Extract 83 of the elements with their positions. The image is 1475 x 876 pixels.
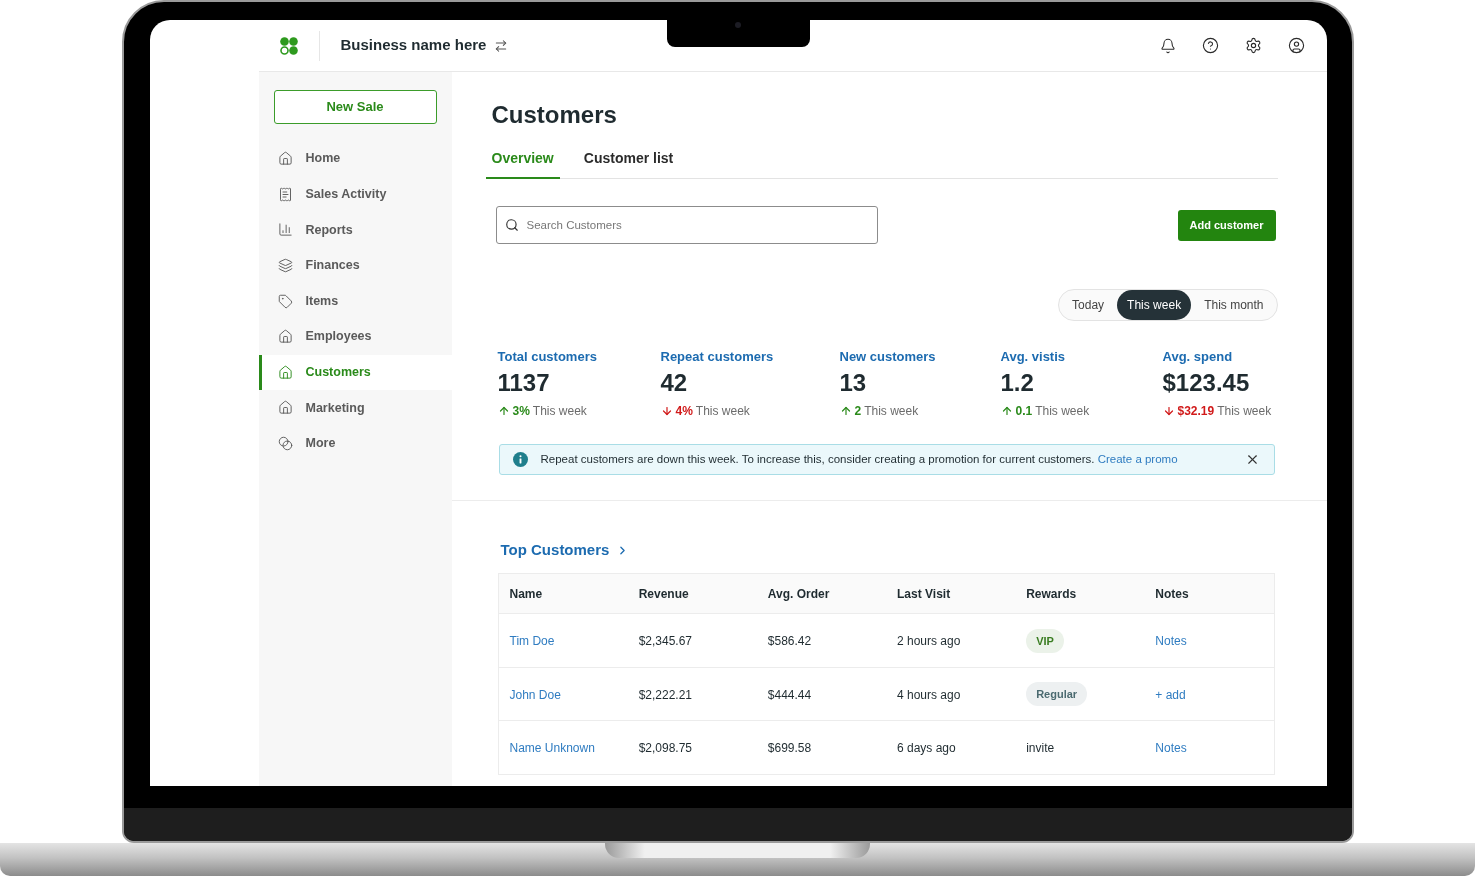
bell-icon[interactable] <box>1159 37 1176 54</box>
table-cell: $586.42 <box>767 634 812 649</box>
info-icon <box>512 452 528 467</box>
table-cell: $2,222.21 <box>638 687 693 702</box>
sidebar-item[interactable]: Sales Activity <box>258 176 452 213</box>
customer-name-link[interactable]: Tim Doe <box>509 634 555 649</box>
house-icon <box>277 151 293 167</box>
banner-message: Repeat customers are down this week. To increase this, consider creating a promotion for current customers. Create a promo <box>540 451 1178 467</box>
column-header: Notes <box>1154 585 1190 603</box>
stat-period: This week <box>1217 403 1272 419</box>
table-cell: $2,345.67 <box>638 634 693 649</box>
time-range-option[interactable]: Today <box>1059 290 1118 320</box>
create-promo-link[interactable]: Create a promo <box>1097 452 1178 465</box>
column-header: Rewards <box>1025 585 1078 603</box>
notes-link[interactable]: Notes <box>1155 741 1187 756</box>
tab[interactable]: Customer list <box>577 139 680 179</box>
column-header: Avg. Order <box>766 585 831 603</box>
column-header: Revenue <box>637 585 690 603</box>
receipt-icon <box>277 186 293 202</box>
notes-link[interactable]: + add <box>1155 687 1186 702</box>
column-header: Name <box>508 585 544 603</box>
page-title: Customers <box>491 100 617 130</box>
table-cell: 2 hours ago <box>897 634 961 649</box>
tab[interactable]: Overview <box>485 139 560 179</box>
table-cell: $444.44 <box>767 687 812 702</box>
stat-period: This week <box>695 403 750 419</box>
layers-icon <box>277 258 293 274</box>
stat-label: Repeat customers <box>660 349 774 365</box>
time-range-option[interactable]: This week <box>1117 290 1192 320</box>
stat-period: This week <box>864 403 919 419</box>
stat-change: 2 <box>854 403 862 419</box>
stat-label: New customers <box>839 349 936 365</box>
stat-value: $123.45 <box>1162 369 1250 397</box>
stat-label: Avg. vistis <box>1000 349 1066 365</box>
stat-period: This week <box>532 403 587 419</box>
help-icon[interactable] <box>1201 37 1219 54</box>
stat-change: 4% <box>675 403 693 419</box>
sidebar-item[interactable]: Home <box>258 141 452 177</box>
table-cell: 4 hours ago <box>897 687 961 702</box>
reward-badge: Regular <box>1026 682 1088 707</box>
business-name[interactable]: Business name here <box>340 34 487 57</box>
sidebar-item[interactable]: Reports <box>258 212 452 248</box>
stat-change: 3% <box>512 403 530 419</box>
sidebar-item[interactable]: Finances <box>258 247 452 284</box>
sidebar-item[interactable]: Marketing <box>258 390 452 426</box>
search-icon <box>504 218 519 232</box>
tag-icon <box>277 293 293 309</box>
time-range-option[interactable]: This month <box>1191 290 1277 320</box>
clover-logo <box>279 36 298 55</box>
sidebar-item[interactable]: More <box>258 425 452 462</box>
add-customer-button[interactable]: Add customer <box>1177 209 1276 241</box>
stat-label: Total customers <box>497 349 597 365</box>
top-customers-link[interactable]: Top Customers <box>500 541 630 559</box>
table-cell: $699.58 <box>767 741 812 756</box>
user-icon[interactable] <box>1287 37 1305 54</box>
overlapping-circles-icon <box>277 436 293 452</box>
stat-value: 13 <box>839 369 867 397</box>
house-icon <box>277 364 293 380</box>
swap-arrows-icon[interactable] <box>494 38 509 53</box>
table-cell: 6 days ago <box>897 741 956 756</box>
stat-change: 0.1 <box>1015 403 1033 419</box>
search-field[interactable]: Search Customers <box>495 206 878 244</box>
settings-icon[interactable] <box>1244 37 1262 54</box>
stat-value: 42 <box>660 369 688 397</box>
sidebar-item[interactable]: Items <box>258 283 452 319</box>
customer-name-link[interactable]: Name Unknown <box>509 741 595 756</box>
stat-label: Avg. spend <box>1162 349 1233 365</box>
table-cell: invite <box>1026 741 1055 756</box>
sidebar-item[interactable]: Customers <box>258 354 452 391</box>
notes-link[interactable]: Notes <box>1155 634 1187 649</box>
house-icon <box>277 329 293 345</box>
bar-chart-icon <box>277 222 293 238</box>
reward-badge: VIP <box>1026 628 1064 653</box>
customer-name-link[interactable]: John Doe <box>509 687 561 702</box>
table-cell: $2,098.75 <box>638 741 693 756</box>
stat-change: $32.19 <box>1177 403 1215 419</box>
new-sale-button[interactable]: New Sale <box>273 90 437 124</box>
stat-period: This week <box>1035 403 1090 419</box>
stat-value: 1137 <box>497 369 550 397</box>
house-icon <box>277 400 293 416</box>
stat-value: 1.2 <box>1000 369 1034 397</box>
column-header: Last Visit <box>896 585 952 603</box>
sidebar-item[interactable]: Employees <box>258 318 452 355</box>
